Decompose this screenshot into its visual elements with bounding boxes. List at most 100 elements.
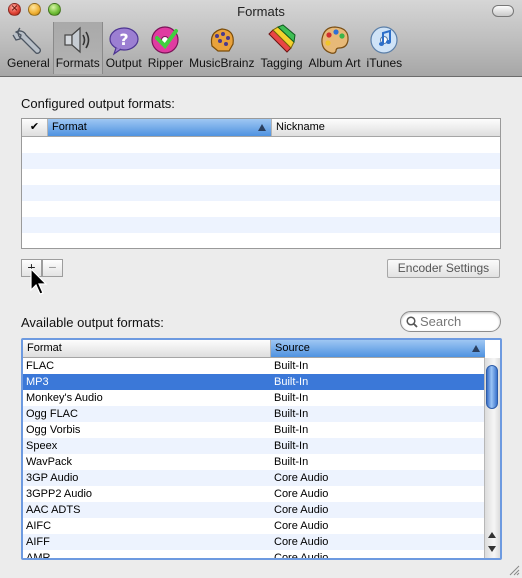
source-cell: Built-In (274, 424, 309, 436)
empty-row (22, 137, 500, 153)
toolbar-item-output[interactable]: ? Output (103, 22, 145, 74)
musicbrainz-brain-icon (210, 28, 234, 52)
toolbar-label: General (7, 56, 50, 70)
source-cell: Core Audio (274, 552, 329, 560)
vertical-scrollbar[interactable] (484, 358, 500, 558)
toolbar-toggle-button[interactable] (492, 5, 514, 17)
table-row[interactable]: Speex Built-In (23, 438, 485, 454)
format-cell: Ogg Vorbis (26, 424, 81, 436)
palette-icon (320, 26, 349, 54)
table-header: Format Source (23, 340, 485, 358)
configured-formats-label: Configured output formats: (21, 96, 175, 111)
toolbar-label: Tagging (260, 56, 303, 70)
column-header-nickname[interactable]: Nickname (272, 119, 500, 136)
scrollbar-thumb[interactable] (486, 365, 498, 409)
table-row[interactable]: Monkey's Audio Built-In (23, 390, 485, 406)
scroll-down-arrow-icon[interactable] (488, 546, 496, 552)
table-row[interactable]: Ogg Vorbis Built-In (23, 422, 485, 438)
format-cell: 3GP Audio (26, 472, 79, 484)
toolbar-item-tagging[interactable]: Tagging (257, 22, 305, 74)
empty-row (22, 185, 500, 201)
itunes-cd-icon (370, 26, 398, 54)
table-row[interactable]: AAC ADTS Core Audio (23, 502, 485, 518)
format-cell: AAC ADTS (26, 504, 81, 516)
search-input[interactable] (420, 313, 494, 330)
format-cell: Ogg FLAC (26, 408, 78, 420)
table-row[interactable]: AIFC Core Audio (23, 518, 485, 534)
available-formats-label: Available output formats: (21, 315, 164, 330)
table-row[interactable]: Ogg FLAC Built-In (23, 406, 485, 422)
source-cell: Core Audio (274, 536, 329, 548)
source-cell: Built-In (274, 360, 309, 372)
format-cell: MP3 (26, 376, 49, 388)
toolbar-label: Album Art (308, 56, 361, 70)
source-cell: Core Audio (274, 520, 329, 532)
speaker-icon (64, 26, 90, 54)
format-cell: FLAC (26, 360, 55, 372)
window-title: Formats (237, 4, 285, 19)
empty-row (22, 233, 500, 248)
toolbar-label: Output (105, 56, 142, 70)
table-body: FLAC Built-In MP3 Built-In Monkey's Audio Bui… (23, 358, 485, 560)
column-header-enabled[interactable]: ✔ (22, 119, 48, 136)
format-cell: AIFC (26, 520, 52, 532)
magnifier-icon (406, 316, 418, 328)
table-row[interactable]: WavPack Built-In (23, 454, 485, 470)
available-formats-table[interactable]: Format Source FLAC Built-In MP3 Built-In Mon… (21, 338, 502, 560)
sort-ascending-icon (258, 124, 266, 131)
configured-formats-table[interactable]: ✔ Format Nickname (21, 118, 501, 249)
source-cell: Core Audio (274, 472, 329, 484)
sort-ascending-icon (472, 345, 480, 352)
crayons-icon (268, 24, 297, 53)
toolbar-label: Ripper (147, 56, 184, 70)
empty-row (22, 201, 500, 217)
encoder-settings-button[interactable]: Encoder Settings (387, 259, 500, 278)
wrench-icon (12, 27, 42, 54)
toolbar-item-ripper[interactable]: Ripper (145, 22, 186, 74)
source-cell: Built-In (274, 408, 309, 420)
toolbar-item-album-art[interactable]: Album Art (306, 22, 364, 74)
mouse-pointer-icon (30, 268, 48, 295)
format-cell: Monkey's Audio (26, 392, 103, 404)
table-row[interactable]: FLAC Built-In (23, 358, 485, 374)
cd-ripper-icon (151, 26, 180, 54)
column-header-format[interactable]: Format (23, 340, 271, 357)
empty-row (22, 169, 500, 185)
preferences-toolbar: General Formats ? Output Ripper MusicBra… (4, 22, 405, 76)
toolbar-item-itunes[interactable]: iTunes (364, 22, 406, 74)
resize-grip-icon[interactable] (509, 565, 520, 576)
window-titlebar: Formats General Formats (0, 0, 522, 77)
column-header-source[interactable]: Source (271, 340, 485, 357)
toolbar-label: Formats (55, 56, 100, 70)
source-cell: Core Audio (274, 504, 329, 516)
format-cell: Speex (26, 440, 58, 452)
question-bubble-icon: ? (109, 27, 139, 56)
preferences-window: Formats General Formats (0, 0, 522, 578)
format-cell: 3GPP2 Audio (26, 488, 93, 500)
empty-row (22, 217, 500, 233)
toolbar-label: MusicBrainz (189, 56, 255, 70)
toolbar-item-general[interactable]: General (4, 22, 53, 74)
table-row[interactable]: AMR Core Audio (23, 550, 485, 560)
toolbar-label: iTunes (366, 56, 403, 70)
format-cell: AIFF (26, 536, 50, 548)
source-cell: Built-In (274, 392, 309, 404)
toolbar-item-formats[interactable]: Formats (52, 22, 103, 74)
table-row[interactable]: 3GP Audio Core Audio (23, 470, 485, 486)
empty-row (22, 153, 500, 169)
search-field[interactable] (400, 311, 501, 332)
column-header-label: Format (52, 121, 87, 133)
format-cell: AMR (26, 552, 51, 560)
toolbar-item-musicbrainz[interactable]: MusicBrainz (186, 22, 257, 74)
table-body (22, 137, 500, 248)
table-header: ✔ Format Nickname (22, 119, 500, 137)
scroll-up-arrow-icon[interactable] (488, 532, 496, 538)
svg-text:?: ? (119, 30, 128, 49)
source-cell: Built-In (274, 376, 309, 388)
table-row[interactable]: 3GPP2 Audio Core Audio (23, 486, 485, 502)
format-cell: WavPack (26, 456, 73, 468)
source-cell: Built-In (274, 440, 309, 452)
table-row[interactable]: AIFF Core Audio (23, 534, 485, 550)
table-row[interactable]: MP3 Built-In (23, 374, 485, 390)
column-header-format[interactable]: Format (48, 119, 272, 136)
